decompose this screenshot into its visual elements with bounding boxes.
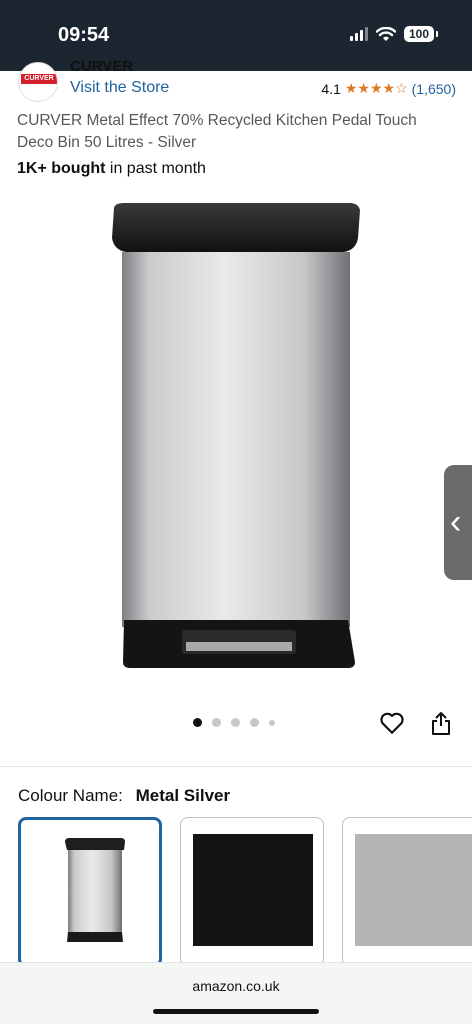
wifi-icon	[375, 26, 396, 41]
signal-icon	[349, 27, 368, 41]
colour-swatch-black[interactable]	[180, 817, 324, 967]
bought-period: in past month	[109, 160, 206, 177]
share-icon[interactable]	[429, 710, 453, 736]
bought-info: 1K+ bought in past month	[17, 160, 206, 178]
carousel-dot[interactable]	[193, 718, 202, 727]
colour-label-text: Colour Name:	[18, 786, 123, 805]
colour-swatch-grey[interactable]	[342, 817, 472, 967]
carousel-dot[interactable]	[212, 718, 221, 727]
divider	[0, 766, 472, 767]
brand-logo-text: CURVER	[21, 74, 57, 84]
product-title: CURVER Metal Effect 70% Recycled Kitchen…	[17, 112, 417, 151]
carousel-dots	[193, 718, 275, 727]
rating-stars: ★★★★☆	[344, 80, 408, 96]
rating-value: 4.1	[321, 80, 341, 97]
colour-swatch-metal-silver[interactable]	[18, 817, 162, 967]
bought-count: 1K+ bought	[17, 160, 106, 177]
battery-icon: 100	[403, 26, 439, 42]
rating[interactable]: 4.1 ★★★★☆ (1,650)	[321, 80, 456, 97]
swatch-grey-fill	[355, 834, 472, 946]
rating-count[interactable]: (1,650)	[412, 81, 456, 97]
carousel-dot[interactable]	[269, 719, 275, 726]
url-label[interactable]: amazon.co.uk	[0, 978, 472, 994]
chevron-left-icon[interactable]: ‹	[444, 465, 472, 580]
colour-selected-value: Metal Silver	[135, 786, 231, 805]
home-indicator[interactable]	[153, 1009, 319, 1014]
status-icons: 100	[349, 26, 439, 42]
colour-label: Colour Name: Metal Silver	[18, 786, 230, 806]
product-image[interactable]	[100, 200, 370, 675]
carousel-dot[interactable]	[231, 718, 240, 727]
brand-name: CURVER	[70, 60, 134, 72]
status-time: 09:54	[58, 24, 110, 46]
swatch-bin-image	[65, 838, 125, 942]
visit-store-link[interactable]: Visit the Store	[70, 79, 169, 97]
brand-row: CURVER CURVER Visit the Store 4.1 ★★★★☆ …	[0, 60, 472, 102]
browser-bottom-bar: amazon.co.uk	[0, 962, 472, 1024]
brand-logo[interactable]: CURVER	[18, 62, 58, 102]
swatch-black-fill	[193, 834, 313, 946]
heart-icon[interactable]	[379, 710, 405, 736]
carousel-dot[interactable]	[250, 718, 259, 727]
